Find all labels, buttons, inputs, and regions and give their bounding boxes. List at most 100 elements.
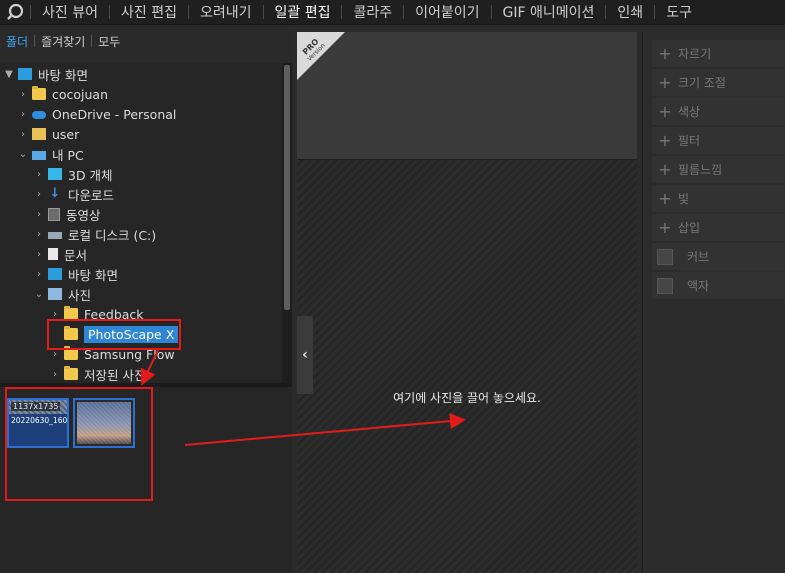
option-curves[interactable]: 커브	[652, 243, 785, 270]
tree-item[interactable]: › 로컬 디스크 (C:)	[32, 224, 156, 244]
plus-icon: +	[658, 189, 672, 208]
3d-objects-icon	[48, 168, 62, 180]
option-film[interactable]: + 필름느낌	[652, 156, 785, 183]
plus-icon: +	[658, 131, 672, 150]
tree-item-label: 문서	[64, 247, 88, 263]
option-label: 자르기	[678, 47, 712, 61]
tab-gif-animation[interactable]: GIF 애니메이션	[492, 0, 606, 24]
tab-print[interactable]: 인쇄	[606, 0, 654, 24]
chevron-right-icon[interactable]: ›	[32, 229, 46, 240]
folder-icon	[64, 366, 78, 380]
tree-item[interactable]: › OneDrive - Personal	[16, 104, 176, 124]
tree-item-label: cocojuan	[52, 86, 109, 102]
desktop-icon	[18, 68, 32, 80]
option-color[interactable]: + 색상	[652, 98, 785, 125]
chevron-right-icon[interactable]: ›	[32, 189, 46, 200]
folder-icon	[32, 86, 46, 100]
chevron-down-icon[interactable]: ⌄	[16, 149, 30, 160]
tree-item[interactable]: › cocojuan	[16, 84, 108, 104]
tree-item-label: 저장된 사진	[84, 367, 146, 383]
tab-photo-editor[interactable]: 사진 편집	[110, 0, 188, 24]
pro-version-badge: PRO Version	[297, 32, 345, 80]
pc-icon	[32, 150, 46, 160]
curves-checkbox[interactable]	[657, 248, 673, 265]
chevron-right-icon[interactable]: ›	[16, 109, 30, 120]
scrollbar-thumb[interactable]	[284, 65, 290, 310]
tree-item-label: 로컬 디스크 (C:)	[68, 227, 157, 243]
option-filter[interactable]: + 필터	[652, 127, 785, 154]
tree-item[interactable]: › 문서	[32, 244, 87, 264]
tree-item[interactable]: › 3D 개체	[32, 164, 113, 184]
chevron-down-icon[interactable]: ▼	[2, 69, 16, 80]
annotation-box-folder	[47, 319, 181, 350]
plus-icon: +	[658, 73, 672, 92]
tree-item-label: OneDrive - Personal	[52, 106, 177, 122]
subtab-folders[interactable]: 폴더	[0, 33, 34, 50]
tree-item-label: 사진	[68, 287, 92, 303]
tab-cut-out[interactable]: 오려내기	[189, 0, 263, 24]
chevron-right-icon[interactable]: ›	[32, 169, 46, 180]
drop-hint-text: 여기에 사진을 끌어 놓으세요.	[393, 391, 541, 405]
tab-combine[interactable]: 이어붙이기	[404, 0, 490, 24]
option-label: 필름느낌	[678, 163, 723, 177]
tree-item-label: 다운로드	[68, 187, 115, 203]
collapse-panel-button[interactable]: ‹	[297, 316, 313, 394]
option-label: 색상	[678, 105, 701, 119]
option-label: 크기 조절	[678, 76, 726, 90]
chevron-right-icon[interactable]: ›	[16, 89, 30, 100]
tab-tools[interactable]: 도구	[655, 0, 703, 24]
preview-area: PRO Version	[297, 32, 637, 160]
tree-item[interactable]: › 바탕 화면	[32, 264, 118, 284]
onedrive-icon	[32, 108, 46, 120]
option-frame[interactable]: 액자	[652, 272, 785, 299]
tab-photo-viewer[interactable]: 사진 뷰어	[31, 0, 109, 24]
disk-icon	[48, 232, 62, 239]
tree-scrollbar[interactable]	[282, 63, 292, 383]
video-icon	[48, 207, 60, 221]
chevron-right-icon[interactable]: ›	[32, 249, 46, 260]
option-light[interactable]: + 빛	[652, 185, 785, 212]
option-insert[interactable]: + 삽입	[652, 214, 785, 241]
subtab-all[interactable]: 모두	[92, 33, 126, 50]
user-folder-icon	[32, 128, 46, 140]
chevron-right-icon[interactable]: ›	[48, 309, 62, 320]
download-icon: ↓	[49, 186, 61, 201]
edit-options-panel: + 자르기 + 크기 조절 + 색상 + 필터 + 필름느낌 + 빛 + 삽입 커브 액자	[642, 32, 785, 573]
tree-item[interactable]: ⌄ 내 PC	[16, 144, 84, 164]
tree-item[interactable]: › user	[16, 124, 79, 144]
tree-item[interactable]: › 동영상	[32, 204, 101, 224]
chevron-down-icon[interactable]: ⌄	[32, 289, 46, 300]
tree-item-label: 3D 개체	[68, 167, 113, 183]
option-resize[interactable]: + 크기 조절	[652, 69, 785, 96]
option-label: 빛	[678, 192, 690, 206]
chevron-left-icon: ‹	[302, 347, 308, 363]
chevron-right-icon[interactable]: ›	[16, 129, 30, 140]
chevron-right-icon[interactable]: ›	[32, 209, 46, 220]
desktop-icon	[48, 268, 62, 280]
tree-item[interactable]: › ↓ 다운로드	[32, 184, 114, 204]
chevron-right-icon[interactable]: ›	[32, 269, 46, 280]
tree-item[interactable]: ▼ 바탕 화면	[2, 64, 88, 84]
tab-collage[interactable]: 콜라주	[342, 0, 403, 24]
batch-work-area[interactable]: PRO Version ‹ 여기에 사진을 끌어 놓으세요.	[297, 32, 637, 573]
plus-icon: +	[658, 102, 672, 121]
plus-icon: +	[658, 44, 672, 63]
plus-icon: +	[658, 218, 672, 237]
top-menu-bar: 사진 뷰어 사진 편집 오려내기 일괄 편집 콜라주 이어붙이기 GIF 애니메…	[0, 0, 785, 25]
tree-item[interactable]: ⌄ 사진	[32, 284, 91, 304]
plus-icon: +	[658, 160, 672, 179]
chevron-right-icon[interactable]: ›	[48, 349, 62, 360]
annotation-box-thumbnails	[5, 387, 153, 501]
option-label: 액자	[687, 279, 710, 293]
tree-item[interactable]: › 저장된 사진	[48, 364, 145, 383]
frame-checkbox[interactable]	[657, 277, 673, 294]
photoscape-logo-icon[interactable]	[0, 0, 30, 24]
option-label: 커브	[687, 250, 710, 264]
option-label: 필터	[678, 134, 701, 148]
chevron-right-icon[interactable]: ›	[48, 369, 62, 380]
tab-batch-editor[interactable]: 일괄 편집	[264, 0, 342, 24]
tree-item-label: 바탕 화면	[38, 67, 88, 83]
subtab-favorites[interactable]: 즐겨찾기	[35, 33, 91, 50]
option-crop[interactable]: + 자르기	[652, 40, 785, 67]
document-icon	[48, 248, 58, 260]
